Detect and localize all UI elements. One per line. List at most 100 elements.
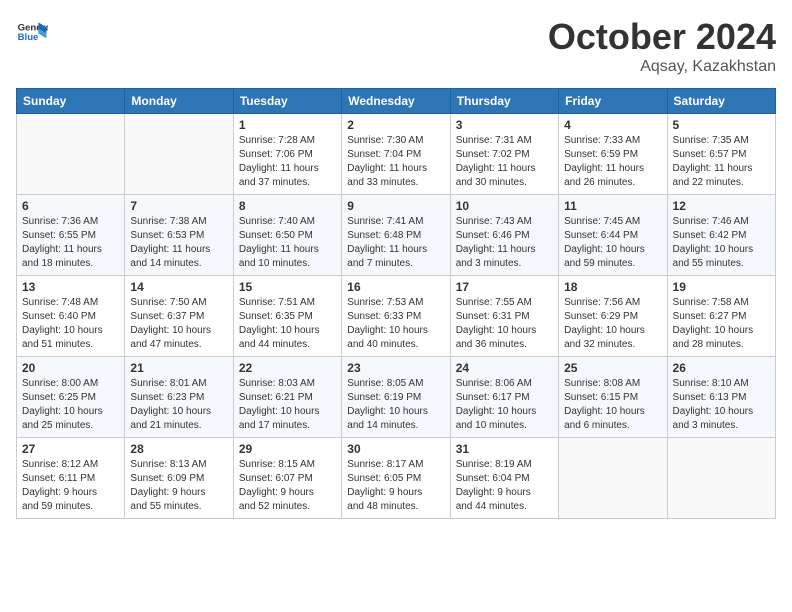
calendar-header: SundayMondayTuesdayWednesdayThursdayFrid… <box>17 89 776 114</box>
calendar-week-row: 6 Sunrise: 7:36 AM Sunset: 6:55 PM Daylig… <box>17 195 776 276</box>
day-number: 24 <box>456 361 553 375</box>
calendar-day-cell: 1 Sunrise: 7:28 AM Sunset: 7:06 PM Daylig… <box>233 114 341 195</box>
day-info: Sunrise: 7:53 AM Sunset: 6:33 PM Dayligh… <box>347 296 444 352</box>
calendar-day-cell: 14 Sunrise: 7:50 AM Sunset: 6:37 PM Dayli… <box>125 276 233 357</box>
day-number: 16 <box>347 280 444 294</box>
day-number: 15 <box>239 280 336 294</box>
calendar-day-cell: 7Sunrise: 7:38 AM Sunset: 6:53 PM Daylig… <box>125 195 233 276</box>
calendar-week-row: 27Sunrise: 8:12 AM Sunset: 6:11 PM Dayli… <box>17 438 776 519</box>
calendar-day-cell: 13Sunrise: 7:48 AM Sunset: 6:40 PM Dayli… <box>17 276 125 357</box>
calendar-day-cell: 4 Sunrise: 7:33 AM Sunset: 6:59 PM Daylig… <box>559 114 667 195</box>
month-title: October 2024 <box>548 16 776 58</box>
day-info: Sunrise: 7:55 AM Sunset: 6:31 PM Dayligh… <box>456 296 553 352</box>
calendar-day-cell: 29Sunrise: 8:15 AM Sunset: 6:07 PM Dayli… <box>233 438 341 519</box>
day-number: 13 <box>22 280 119 294</box>
day-number: 18 <box>564 280 661 294</box>
calendar-table: SundayMondayTuesdayWednesdayThursdayFrid… <box>16 88 776 519</box>
day-number: 21 <box>130 361 227 375</box>
day-info: Sunrise: 7:58 AM Sunset: 6:27 PM Dayligh… <box>673 296 770 352</box>
page-header: General Blue October 2024 Aqsay, Kazakhs… <box>16 16 776 76</box>
location: Aqsay, Kazakhstan <box>548 58 776 76</box>
day-info: Sunrise: 7:35 AM Sunset: 6:57 PM Dayligh… <box>673 134 770 190</box>
day-number: 30 <box>347 442 444 456</box>
day-info: Sunrise: 7:40 AM Sunset: 6:50 PM Dayligh… <box>239 215 336 271</box>
weekday-header: Sunday <box>17 89 125 114</box>
day-number: 28 <box>130 442 227 456</box>
calendar-day-cell: 19 Sunrise: 7:58 AM Sunset: 6:27 PM Dayli… <box>667 276 775 357</box>
weekday-header: Wednesday <box>342 89 450 114</box>
weekday-row: SundayMondayTuesdayWednesdayThursdayFrid… <box>17 89 776 114</box>
day-number: 11 <box>564 199 661 213</box>
day-number: 2 <box>347 118 444 132</box>
day-info: Sunrise: 8:13 AM Sunset: 6:09 PM Dayligh… <box>130 458 227 514</box>
calendar-day-cell: 23 Sunrise: 8:05 AM Sunset: 6:19 PM Dayli… <box>342 357 450 438</box>
day-number: 25 <box>564 361 661 375</box>
weekday-header: Saturday <box>667 89 775 114</box>
day-info: Sunrise: 8:01 AM Sunset: 6:23 PM Dayligh… <box>130 377 227 433</box>
day-info: Sunrise: 8:00 AM Sunset: 6:25 PM Dayligh… <box>22 377 119 433</box>
calendar-body: 1 Sunrise: 7:28 AM Sunset: 7:06 PM Daylig… <box>17 114 776 519</box>
day-info: Sunrise: 8:10 AM Sunset: 6:13 PM Dayligh… <box>673 377 770 433</box>
day-info: Sunrise: 7:51 AM Sunset: 6:35 PM Dayligh… <box>239 296 336 352</box>
day-info: Sunrise: 7:36 AM Sunset: 6:55 PM Dayligh… <box>22 215 119 271</box>
calendar-week-row: 20 Sunrise: 8:00 AM Sunset: 6:25 PM Dayli… <box>17 357 776 438</box>
day-info: Sunrise: 7:46 AM Sunset: 6:42 PM Dayligh… <box>673 215 770 271</box>
title-block: October 2024 Aqsay, Kazakhstan <box>548 16 776 76</box>
day-number: 4 <box>564 118 661 132</box>
day-info: Sunrise: 8:15 AM Sunset: 6:07 PM Dayligh… <box>239 458 336 514</box>
day-info: Sunrise: 8:19 AM Sunset: 6:04 PM Dayligh… <box>456 458 553 514</box>
day-info: Sunrise: 7:45 AM Sunset: 6:44 PM Dayligh… <box>564 215 661 271</box>
calendar-day-cell <box>17 114 125 195</box>
calendar-day-cell: 17 Sunrise: 7:55 AM Sunset: 6:31 PM Dayli… <box>450 276 558 357</box>
day-number: 3 <box>456 118 553 132</box>
calendar-day-cell: 18 Sunrise: 7:56 AM Sunset: 6:29 PM Dayli… <box>559 276 667 357</box>
calendar-day-cell <box>125 114 233 195</box>
day-number: 12 <box>673 199 770 213</box>
calendar-day-cell: 21 Sunrise: 8:01 AM Sunset: 6:23 PM Dayli… <box>125 357 233 438</box>
calendar-day-cell: 16 Sunrise: 7:53 AM Sunset: 6:33 PM Dayli… <box>342 276 450 357</box>
calendar-day-cell: 27Sunrise: 8:12 AM Sunset: 6:11 PM Dayli… <box>17 438 125 519</box>
day-number: 17 <box>456 280 553 294</box>
calendar-day-cell: 31 Sunrise: 8:19 AM Sunset: 6:04 PM Dayli… <box>450 438 558 519</box>
weekday-header: Monday <box>125 89 233 114</box>
day-number: 9 <box>347 199 444 213</box>
day-info: Sunrise: 7:43 AM Sunset: 6:46 PM Dayligh… <box>456 215 553 271</box>
day-number: 20 <box>22 361 119 375</box>
day-number: 23 <box>347 361 444 375</box>
day-number: 19 <box>673 280 770 294</box>
calendar-day-cell: 8Sunrise: 7:40 AM Sunset: 6:50 PM Daylig… <box>233 195 341 276</box>
calendar-day-cell: 5 Sunrise: 7:35 AM Sunset: 6:57 PM Daylig… <box>667 114 775 195</box>
day-info: Sunrise: 7:50 AM Sunset: 6:37 PM Dayligh… <box>130 296 227 352</box>
day-number: 7 <box>130 199 227 213</box>
day-number: 26 <box>673 361 770 375</box>
day-info: Sunrise: 8:17 AM Sunset: 6:05 PM Dayligh… <box>347 458 444 514</box>
day-info: Sunrise: 7:28 AM Sunset: 7:06 PM Dayligh… <box>239 134 336 190</box>
day-info: Sunrise: 7:41 AM Sunset: 6:48 PM Dayligh… <box>347 215 444 271</box>
calendar-day-cell: 15 Sunrise: 7:51 AM Sunset: 6:35 PM Dayli… <box>233 276 341 357</box>
day-number: 31 <box>456 442 553 456</box>
day-number: 1 <box>239 118 336 132</box>
logo-icon: General Blue <box>16 16 48 48</box>
calendar-day-cell: 2Sunrise: 7:30 AM Sunset: 7:04 PM Daylig… <box>342 114 450 195</box>
calendar-day-cell: 3 Sunrise: 7:31 AM Sunset: 7:02 PM Daylig… <box>450 114 558 195</box>
day-info: Sunrise: 8:05 AM Sunset: 6:19 PM Dayligh… <box>347 377 444 433</box>
calendar-day-cell <box>559 438 667 519</box>
day-info: Sunrise: 8:08 AM Sunset: 6:15 PM Dayligh… <box>564 377 661 433</box>
day-info: Sunrise: 7:31 AM Sunset: 7:02 PM Dayligh… <box>456 134 553 190</box>
calendar-day-cell: 24Sunrise: 8:06 AM Sunset: 6:17 PM Dayli… <box>450 357 558 438</box>
logo: General Blue <box>16 16 48 48</box>
calendar-day-cell: 11 Sunrise: 7:45 AM Sunset: 6:44 PM Dayli… <box>559 195 667 276</box>
svg-text:Blue: Blue <box>18 32 39 43</box>
day-info: Sunrise: 8:03 AM Sunset: 6:21 PM Dayligh… <box>239 377 336 433</box>
day-number: 10 <box>456 199 553 213</box>
day-number: 6 <box>22 199 119 213</box>
day-number: 5 <box>673 118 770 132</box>
day-info: Sunrise: 7:33 AM Sunset: 6:59 PM Dayligh… <box>564 134 661 190</box>
calendar-day-cell: 22Sunrise: 8:03 AM Sunset: 6:21 PM Dayli… <box>233 357 341 438</box>
calendar-day-cell: 10 Sunrise: 7:43 AM Sunset: 6:46 PM Dayli… <box>450 195 558 276</box>
day-info: Sunrise: 7:56 AM Sunset: 6:29 PM Dayligh… <box>564 296 661 352</box>
weekday-header: Friday <box>559 89 667 114</box>
day-number: 14 <box>130 280 227 294</box>
calendar-day-cell: 30 Sunrise: 8:17 AM Sunset: 6:05 PM Dayli… <box>342 438 450 519</box>
day-number: 27 <box>22 442 119 456</box>
